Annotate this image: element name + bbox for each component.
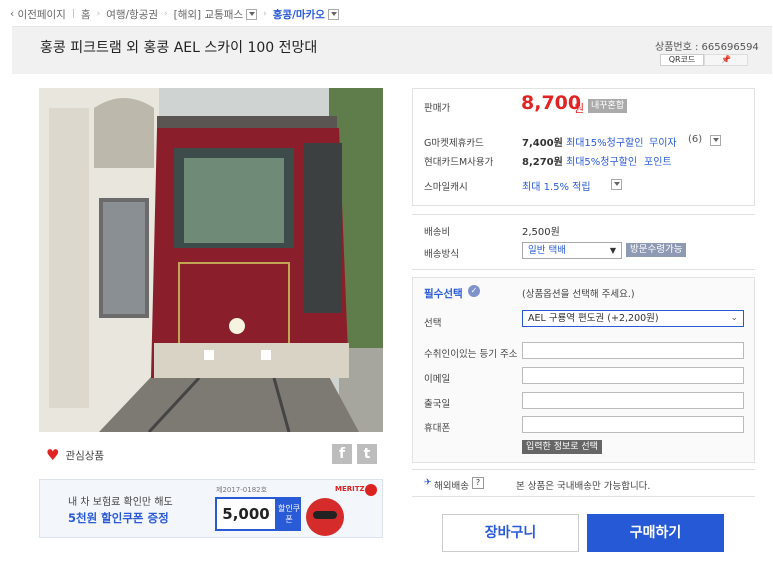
breadcrumb-current[interactable]: 홍콩/마카오	[273, 7, 325, 22]
banner-amount: 5,000	[215, 497, 277, 531]
facebook-icon[interactable]: f	[332, 444, 352, 464]
tram-image	[39, 88, 383, 432]
installment-link[interactable]: 무이자	[649, 134, 677, 149]
chevron-down-icon: ⌄	[730, 313, 738, 323]
field-label: 이메일	[424, 374, 451, 385]
card-price: 8,270원	[522, 157, 563, 168]
chevron-down-icon[interactable]	[610, 179, 622, 190]
chevron-right-icon: ›	[263, 9, 267, 19]
banner-line2: 5천원 할인쿠폰 증정	[68, 511, 169, 525]
caret-down-icon: ▼	[609, 246, 616, 255]
banner-coupon: 할인쿠폰	[277, 497, 301, 531]
shipping-method-value: 일반 택배	[528, 245, 566, 256]
phone-input[interactable]	[522, 416, 744, 433]
smile-cash-value: 최대 1.5% 적립	[522, 182, 591, 193]
overseas-label: 해외배송	[434, 481, 469, 492]
chevron-down-icon[interactable]	[327, 8, 339, 20]
back-link[interactable]: 이전페이지	[18, 7, 66, 22]
chevron-down-icon[interactable]	[710, 135, 721, 146]
option-select-value: AEL 구룡역 편도권 (+2,200원)	[528, 313, 659, 324]
shipping-fee-label: 배송비	[424, 227, 451, 238]
divider	[412, 269, 755, 270]
card-name: G마켓제휴카드	[424, 138, 484, 149]
email-input[interactable]	[522, 367, 744, 384]
banner-code: 제2017-0182호	[216, 486, 268, 494]
buy-button[interactable]: 구매하기	[587, 514, 724, 552]
confirm-info-button[interactable]: 입력한 정보로 선택	[522, 440, 602, 454]
cart-button[interactable]: 장바구니	[442, 514, 579, 552]
required-label: 필수선택	[424, 288, 463, 300]
option-select-label: 선택	[424, 318, 442, 329]
wishlist-button[interactable]: ♥ 관심상품	[46, 446, 104, 464]
address-input[interactable]	[522, 342, 744, 359]
separator: |	[71, 9, 75, 19]
product-number: 상품번호 : 665696594	[655, 42, 759, 53]
brand-logo-icon	[365, 484, 377, 496]
price-value: 8,700	[521, 92, 582, 114]
breadcrumb-travel[interactable]: 여행/항공권	[106, 7, 158, 22]
twitter-icon[interactable]: t	[357, 444, 377, 464]
lowest-badge[interactable]: 내꾸혼합	[588, 99, 628, 113]
breadcrumb-transport[interactable]: [해외] 교통패스	[174, 7, 244, 22]
price-unit: 원	[574, 102, 585, 115]
pickup-badge[interactable]: 방문수령가능	[626, 243, 687, 257]
mascot-icon	[306, 498, 344, 536]
banner-line1: 내 차 보험료 확인만 해도	[68, 497, 173, 508]
card-benefit-link[interactable]: 최대5%청구할인	[566, 153, 637, 168]
divider	[412, 496, 755, 497]
chevron-down-icon[interactable]	[246, 8, 258, 20]
overseas-note: 본 상품은 국내배송만 가능합니다.	[516, 481, 651, 492]
smile-cash-label: 스마일캐시	[424, 182, 468, 193]
divider	[412, 469, 755, 470]
divider	[412, 214, 755, 215]
help-icon[interactable]: ?	[472, 477, 484, 489]
card-benefit-link[interactable]: 최대15%청구할인	[566, 134, 643, 149]
breadcrumb: ‹ 이전페이지 | 홈 › 여행/항공권 › [해외] 교통패스 › 홍콩/마카…	[10, 6, 339, 22]
option-select[interactable]: AEL 구룡역 편도권 (+2,200원) ⌄	[522, 310, 744, 327]
back-icon[interactable]: ‹	[10, 8, 18, 20]
field-label: 출국일	[424, 399, 451, 410]
pin-button[interactable]: 📌	[704, 54, 748, 66]
point-link[interactable]: 포인트	[644, 153, 672, 168]
chevron-right-icon: ›	[96, 9, 101, 19]
card-price: 7,400원	[522, 138, 563, 149]
product-image	[39, 88, 383, 432]
departure-date-input[interactable]	[522, 392, 744, 409]
breadcrumb-home[interactable]: 홈	[81, 7, 91, 22]
heart-icon: ♥	[46, 446, 60, 464]
wishlist-label: 관심상품	[65, 449, 105, 462]
installment-count: (6)	[688, 134, 703, 145]
shipping-method-label: 배송방식	[424, 249, 459, 260]
option-hint: (상품옵션을 선택해 주세요.)	[522, 289, 635, 300]
chevron-right-icon: ›	[164, 9, 168, 19]
field-label: 휴대폰	[424, 423, 451, 434]
banner-brand: MERITZ	[335, 485, 365, 493]
card-name: 현대카드M사용가	[424, 157, 494, 168]
check-icon: ✓	[468, 285, 480, 297]
price-label: 판매가	[424, 103, 451, 114]
insurance-banner[interactable]: 내 차 보험료 확인만 해도 5천원 할인쿠폰 증정 제2017-0182호 5…	[39, 479, 383, 538]
field-label: 수취인이있는 등기 주소	[424, 349, 518, 360]
plane-icon: ✈	[424, 478, 432, 488]
shipping-method-select[interactable]: 일반 택배 ▼	[522, 242, 622, 259]
shipping-fee: 2,500원	[522, 227, 560, 238]
page-title: 홍콩 피크트램 외 홍콩 AEL 스카이 100 전망대	[40, 40, 318, 56]
qr-code-button[interactable]: QR코드	[660, 54, 704, 66]
